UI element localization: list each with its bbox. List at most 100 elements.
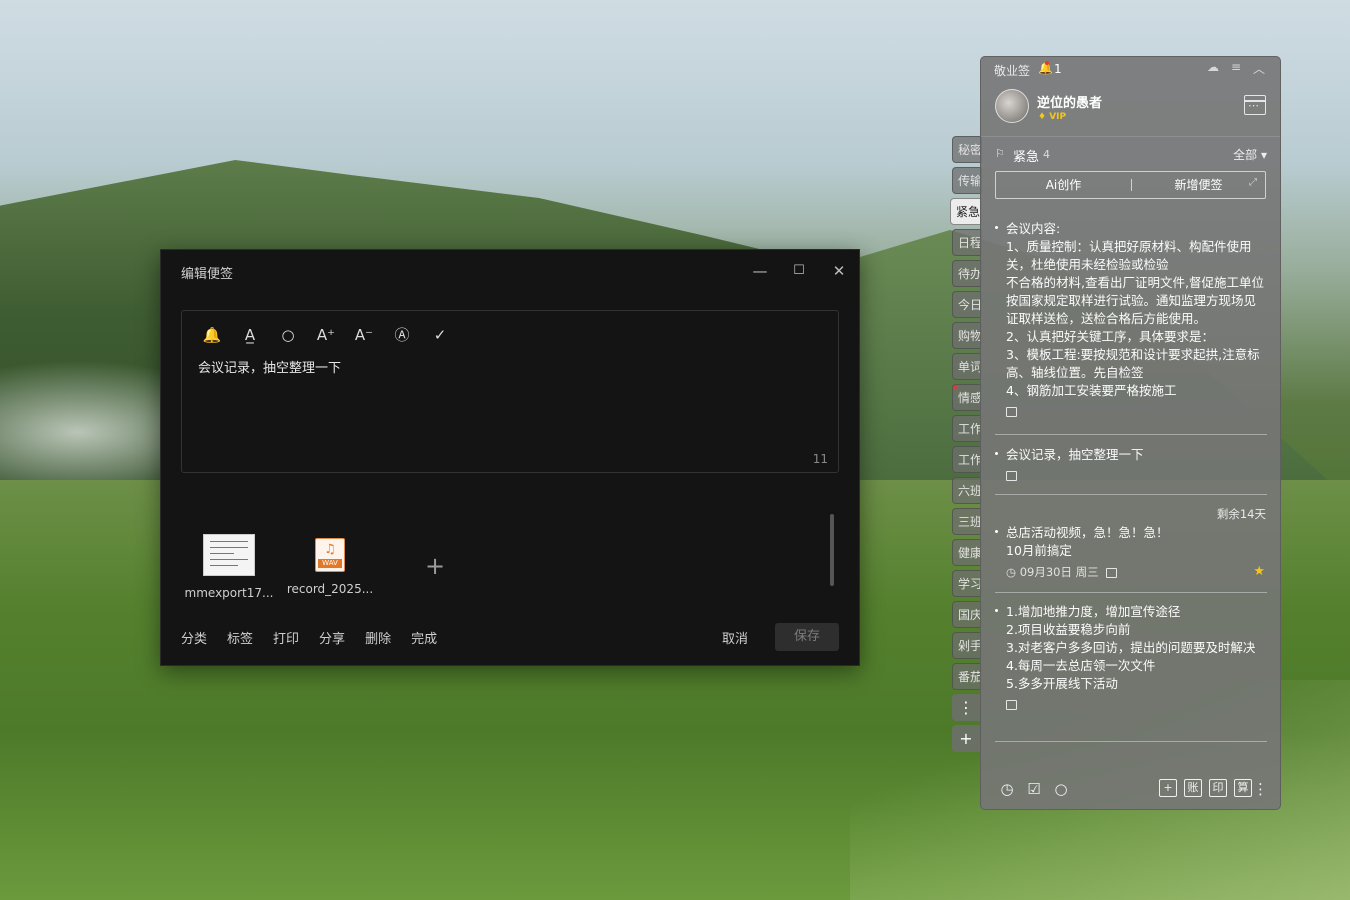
remaining-days: 剩余14天 (1216, 507, 1266, 521)
search-icon[interactable]: ○ (1051, 779, 1071, 799)
cancel-button[interactable]: 取消 (722, 628, 748, 647)
checklist-icon[interactable]: ☑ (1024, 779, 1044, 799)
tab-urgent[interactable]: 紧急 (950, 198, 982, 225)
note-editor-area[interactable]: 🔔 A̲ ○ A⁺ A⁻ Ⓐ ✓ 会议记录，抽空整理一下 11 (181, 310, 839, 473)
ai-create-button[interactable]: Ai创作 (996, 172, 1131, 198)
calendar-icon[interactable] (1244, 95, 1266, 115)
panel-footer: ◷ ☑ ○ + 账 印 算 ⋮ (981, 773, 1280, 809)
tab-health[interactable]: 健康 (952, 539, 982, 566)
new-note-button[interactable]: 新增便签 (1131, 172, 1266, 198)
note-item[interactable]: 会议内容: 1、质量控制：认真把好原材料、构配件使用关，杜绝使用未经检验或检验 … (995, 220, 1267, 435)
more-tabs-icon[interactable]: ⋮ (952, 694, 980, 721)
category-name: 紧急 (1013, 150, 1040, 165)
tab-shopping-spree[interactable]: 剁手 (952, 632, 982, 659)
image-thumbnail (203, 534, 255, 576)
edit-note-window: 编辑便签 — ☐ ✕ 🔔 A̲ ○ A⁺ A⁻ Ⓐ ✓ 会议记录，抽空整理一下 … (160, 249, 860, 666)
tab-class-three[interactable]: 三班 (952, 508, 982, 535)
minimize-button[interactable]: — (749, 260, 771, 282)
note-meta (1006, 404, 1267, 422)
clock-icon: ◷ (1006, 565, 1017, 579)
tab-todo[interactable]: 待办 (952, 260, 982, 287)
filter-dropdown[interactable]: 全部 ▾ (1233, 146, 1267, 163)
tab-tomato[interactable]: 番茄 (952, 663, 982, 690)
share-button[interactable]: 分享 (319, 628, 345, 647)
more-icon[interactable]: ⋮ (1253, 779, 1268, 799)
attachment-image[interactable]: mmexport17... (181, 534, 277, 600)
maximize-button[interactable]: ☐ (788, 260, 810, 282)
note-body: 会议内容: 1、质量控制：认真把好原材料、构配件使用关，杜绝使用未经检验或检验 … (1006, 221, 1264, 398)
font-increase-icon[interactable]: A⁺ (312, 323, 340, 347)
expand-icon[interactable]: ⤢ (1249, 177, 1257, 188)
note-body: 1.增加地推力度，增加宣传途径 2.项目收益要稳步向前 3.对老客户多多回访，提… (1006, 604, 1256, 691)
note-date: 09月30日 周三 (1019, 565, 1099, 579)
editor-actions: 分类 标签 打印 分享 删除 完成 (181, 628, 437, 647)
tab-shopping[interactable]: 购物 (952, 322, 982, 349)
note-body: 会议记录，抽空整理一下 (1006, 447, 1144, 462)
calculator-icon[interactable]: 算 (1234, 779, 1252, 797)
tab-class-six[interactable]: 六班 (952, 477, 982, 504)
lock-icon (1006, 699, 1017, 710)
notification-count: 1 (1054, 62, 1062, 76)
category-header: ⚐ 紧急 4 全部 ▾ (995, 145, 1267, 165)
username: 逆位的愚者 (1037, 96, 1103, 111)
star-icon[interactable]: ★ (1253, 564, 1265, 579)
add-tab-icon[interactable]: + (952, 725, 980, 752)
vip-badge: ♦ VIP (1038, 112, 1067, 122)
editor-title: 编辑便签 (181, 267, 234, 282)
add-box-icon[interactable]: + (1159, 779, 1177, 797)
save-button[interactable]: 保存 (775, 623, 839, 651)
panel-header[interactable]: 敬业签 🔔 1 ☁ ≡ ︿ (981, 57, 1280, 81)
done-check-icon[interactable]: ✓ (426, 323, 454, 347)
tab-work[interactable]: 工作 (952, 415, 982, 442)
note-text-input[interactable]: 会议记录，抽空整理一下 (198, 357, 341, 376)
format-toolbar: 🔔 A̲ ○ A⁺ A⁻ Ⓐ ✓ (198, 323, 454, 347)
lock-icon (1106, 567, 1118, 578)
note-actions: Ai创作 新增便签 ⤢ (995, 171, 1266, 199)
font-decrease-icon[interactable]: A⁻ (350, 323, 378, 347)
stamp-icon[interactable]: 印 (1209, 779, 1227, 797)
collapse-icon[interactable]: ︿ (1250, 60, 1268, 77)
user-profile: 逆位的愚者 ♦ VIP (981, 81, 1280, 137)
note-item[interactable]: 会议记录，抽空整理一下 (995, 446, 1267, 495)
tab-secret[interactable]: 秘密 (952, 136, 982, 163)
text-color-icon[interactable]: A̲ (236, 323, 264, 347)
bell-icon[interactable]: 🔔 (1038, 61, 1053, 75)
note-item[interactable]: 1.增加地推力度，增加宣传途径 2.项目收益要稳步向前 3.对老客户多多回访，提… (995, 603, 1267, 742)
menu-icon[interactable]: ≡ (1227, 60, 1245, 74)
avatar[interactable] (995, 89, 1029, 123)
search-icon[interactable]: ○ (274, 323, 302, 347)
complete-button[interactable]: 完成 (411, 628, 437, 647)
attachments-scrollbar[interactable] (830, 514, 834, 586)
tab-national-day[interactable]: 国庆 (952, 601, 982, 628)
tab-study[interactable]: 学习 (952, 570, 982, 597)
close-button[interactable]: ✕ (828, 260, 850, 282)
note-meta: ◷ 09月30日 周三 ★ (1006, 564, 1267, 582)
tab-work-2[interactable]: 工作 (952, 446, 982, 473)
account-icon[interactable]: 账 (1184, 779, 1202, 797)
font-style-icon[interactable]: Ⓐ (388, 323, 416, 347)
category-button[interactable]: 分类 (181, 628, 207, 647)
cloud-sync-icon[interactable]: ☁ (1204, 60, 1222, 74)
clock-icon[interactable]: ◷ (997, 779, 1017, 799)
delete-button[interactable]: 删除 (365, 628, 391, 647)
add-attachment-button[interactable]: + (423, 554, 447, 578)
note-item[interactable]: 总店活动视频，急！急！急！ 10月前搞定 ◷ 09月30日 周三 ★ (995, 524, 1267, 593)
tab-words[interactable]: 单词 (952, 353, 982, 380)
tab-today[interactable]: 今日 (952, 291, 982, 318)
attachment-name: record_2025... (286, 582, 374, 596)
tab-transfer[interactable]: 传输 (952, 167, 982, 194)
note-body: 总店活动视频，急！急！急！ 10月前搞定 (1006, 525, 1169, 558)
print-button[interactable]: 打印 (273, 628, 299, 647)
lock-icon (1006, 470, 1017, 481)
lock-icon (1006, 406, 1017, 417)
wav-file-icon: ♫ WAV (315, 538, 345, 572)
music-note-icon: ♫ (324, 542, 336, 557)
editor-titlebar[interactable]: 编辑便签 — ☐ ✕ (161, 250, 859, 292)
tag-button[interactable]: 标签 (227, 628, 253, 647)
attachment-audio[interactable]: ♫ WAV record_2025... (282, 534, 378, 596)
tab-emotion[interactable]: 情感 (952, 384, 982, 411)
reminder-icon[interactable]: 🔔 (198, 323, 226, 347)
note-meta (1006, 697, 1267, 715)
category-count: 4 (1043, 148, 1050, 161)
tab-schedule[interactable]: 日程 (952, 229, 982, 256)
